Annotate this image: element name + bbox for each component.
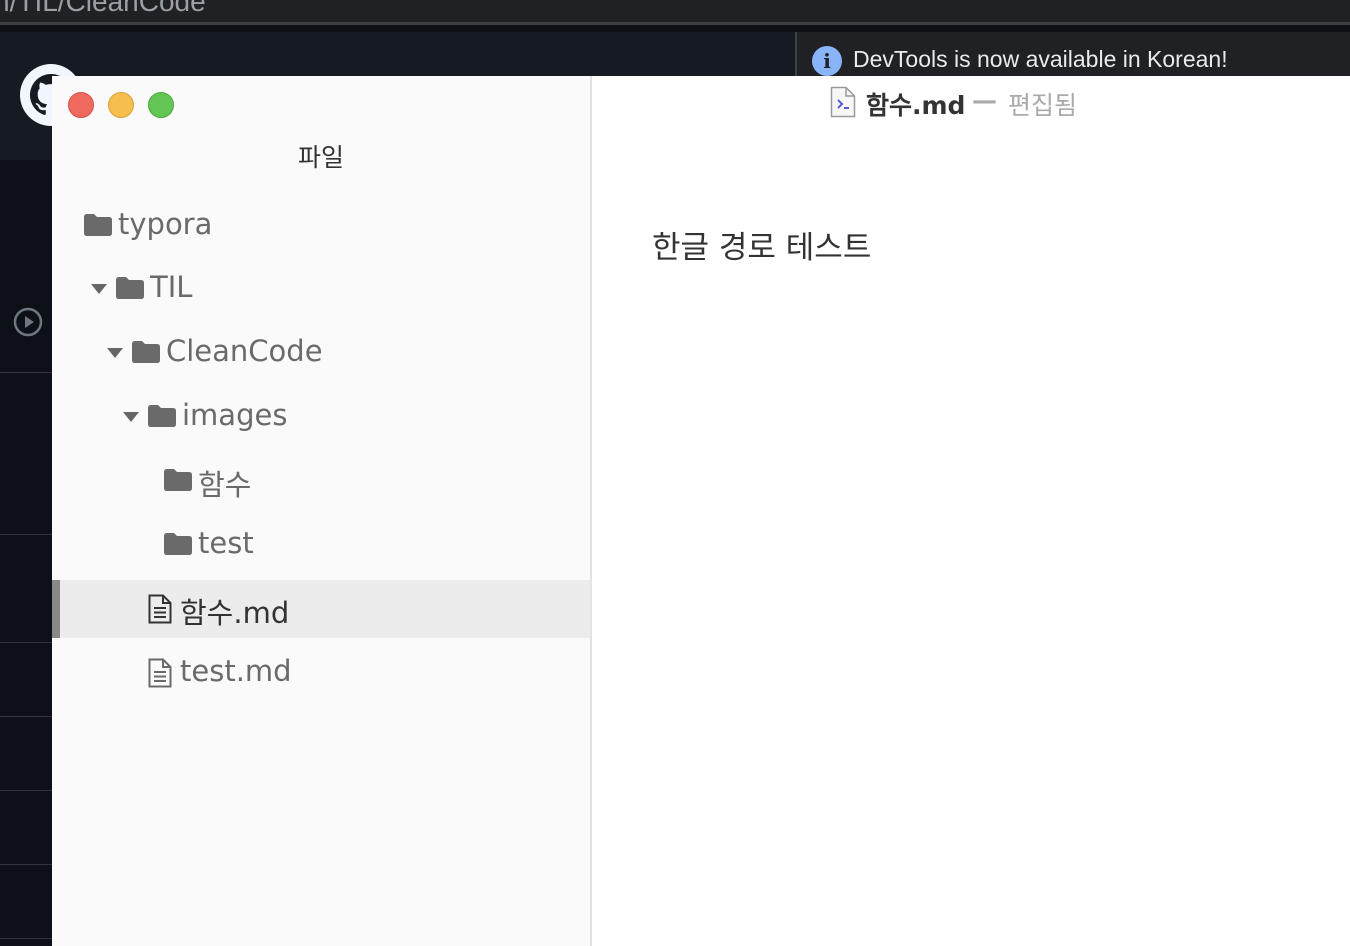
editor-pane[interactable]: 함수.md — 편집됨 한글 경로 테스트 <box>592 76 1350 946</box>
document-icon <box>148 594 172 624</box>
tree-item-label: 함수 <box>198 468 252 502</box>
maximize-button[interactable] <box>148 92 174 118</box>
tree-item-hamsu-md[interactable]: 함수.md <box>52 580 590 638</box>
tree-item-label: images <box>182 398 288 432</box>
play-icon[interactable] <box>13 307 43 337</box>
document-icon <box>148 658 172 688</box>
file-sidebar: 파일 typora TIL CleanCode images 함수 test 함… <box>52 76 592 946</box>
markdown-file-icon <box>830 86 856 118</box>
minimize-button[interactable] <box>108 92 134 118</box>
tree-item-label: test <box>198 526 254 560</box>
tree-item-label: 함수.md <box>180 596 290 630</box>
tree-item-typora[interactable]: typora <box>52 197 590 255</box>
tree-item-cleancode[interactable]: CleanCode <box>52 324 590 382</box>
url-text: n/TIL/CleanCode <box>0 0 206 17</box>
folder-icon <box>164 533 192 555</box>
folder-icon <box>148 405 176 427</box>
document-filename: 함수.md <box>866 91 966 120</box>
tree-item-test-md[interactable]: test.md <box>52 644 590 702</box>
tree-item-test-folder[interactable]: test <box>52 516 590 574</box>
devtools-notification: i DevTools is now available in Korean! <box>795 32 1350 76</box>
tree-item-til[interactable]: TIL <box>52 260 590 318</box>
active-indicator <box>52 580 60 638</box>
typora-window: 파일 typora TIL CleanCode images 함수 test 함… <box>52 76 1350 946</box>
tree-item-label: typora <box>118 207 213 241</box>
document-paragraph[interactable]: 한글 경로 테스트 <box>652 222 871 267</box>
sidebar-title: 파일 <box>297 143 344 172</box>
caret-down-icon[interactable] <box>91 284 107 294</box>
browser-url-bar[interactable]: n/TIL/CleanCode <box>0 0 1350 25</box>
folder-icon <box>164 469 192 491</box>
caret-down-icon[interactable] <box>123 412 139 422</box>
caret-down-icon[interactable] <box>107 348 123 358</box>
background-sidebar <box>0 160 52 946</box>
info-icon: i <box>812 46 842 76</box>
title-separator: — <box>972 86 997 115</box>
tree-item-hamsu-folder[interactable]: 함수 <box>52 452 590 510</box>
tree-item-label: test.md <box>180 654 292 688</box>
folder-icon <box>116 277 144 299</box>
close-button[interactable] <box>68 92 94 118</box>
edited-status: 편집됨 <box>1008 91 1078 120</box>
tree-item-label: TIL <box>150 270 193 304</box>
tree-item-label: CleanCode <box>166 334 323 368</box>
devtools-message: DevTools is now available in Korean! <box>853 46 1228 72</box>
tree-item-images[interactable]: images <box>52 388 590 446</box>
folder-icon <box>84 214 112 236</box>
folder-icon <box>132 341 160 363</box>
